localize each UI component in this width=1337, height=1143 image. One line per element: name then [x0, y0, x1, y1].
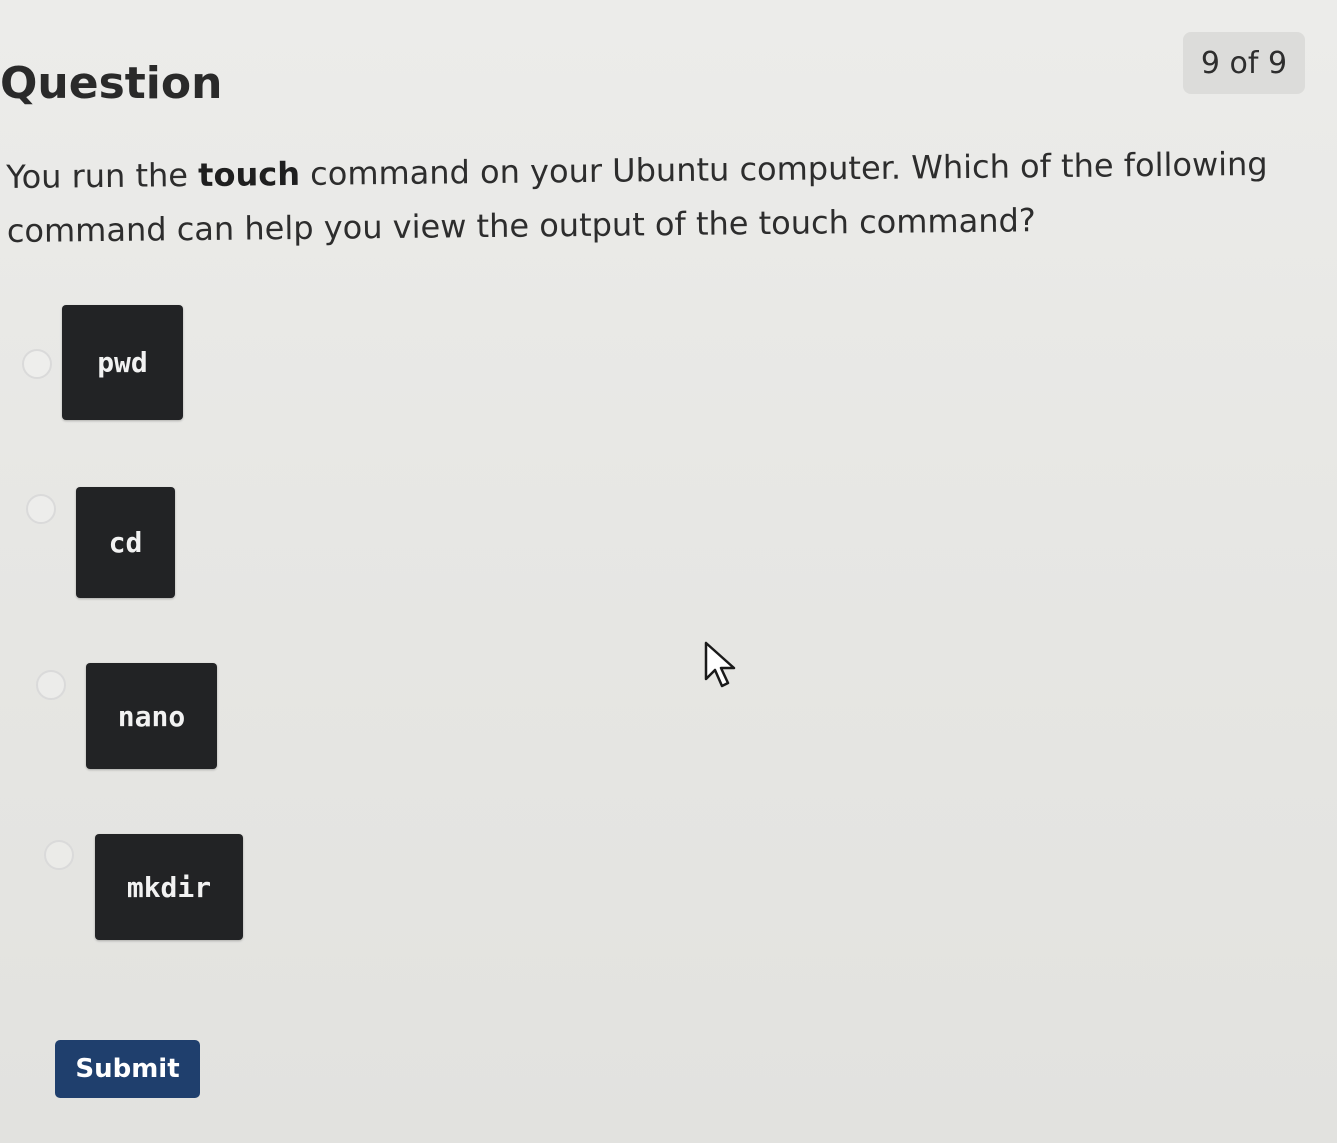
radio-circle-icon[interactable]: [22, 349, 52, 379]
question-counter: 9 of 9: [1183, 32, 1305, 94]
question-bold-word: touch: [197, 154, 301, 194]
question-prefix: You run the: [6, 155, 199, 196]
quiz-page: Question 9 of 9 You run the touch comman…: [0, 0, 1337, 1143]
radio-circle-icon[interactable]: [36, 670, 66, 700]
radio-circle-icon[interactable]: [44, 840, 74, 870]
answer-chip[interactable]: mkdir: [95, 834, 243, 940]
radio-circle-icon[interactable]: [26, 494, 56, 524]
answer-chip[interactable]: cd: [76, 487, 175, 598]
question-text: You run the touch command on your Ubuntu…: [6, 136, 1307, 258]
mouse-pointer-icon: [704, 641, 736, 688]
answer-chip[interactable]: nano: [86, 663, 217, 769]
answer-chip[interactable]: pwd: [62, 305, 183, 420]
page-title: Question: [0, 58, 223, 109]
submit-button[interactable]: Submit: [55, 1040, 200, 1098]
